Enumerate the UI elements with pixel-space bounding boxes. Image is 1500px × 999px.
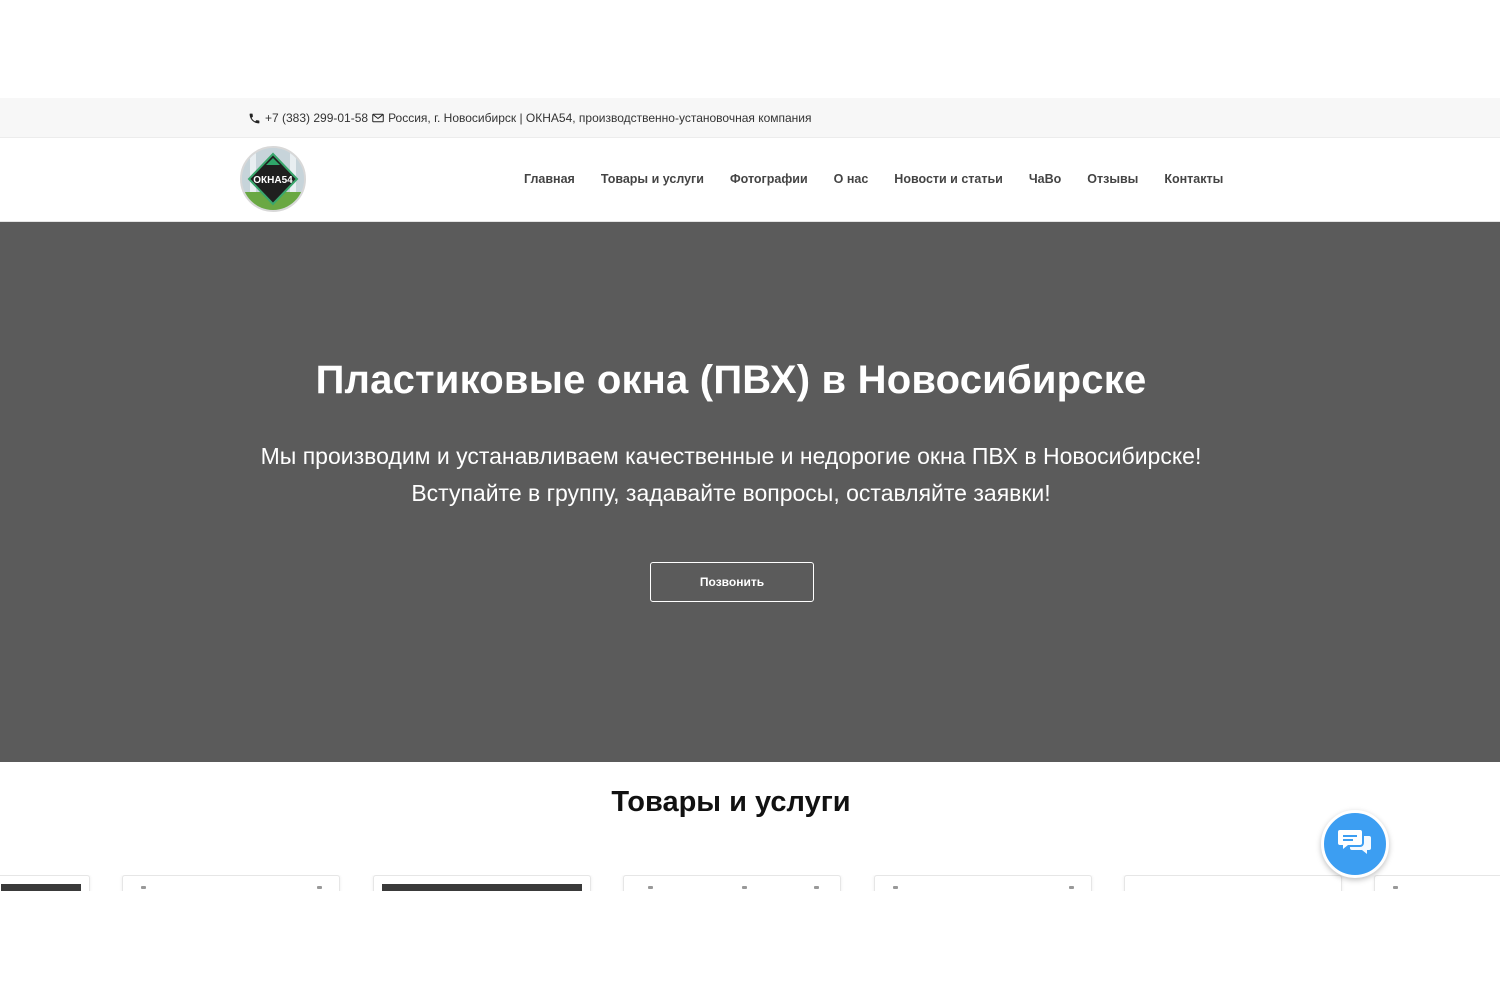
product-card-text (1069, 886, 1074, 889)
call-button[interactable]: Позвонить (650, 562, 814, 602)
nav-item-reviews[interactable]: Отзывы (1087, 172, 1138, 186)
company-logo[interactable]: ОКНА54 (240, 146, 306, 212)
product-card-image (1, 884, 81, 891)
product-card[interactable] (122, 875, 340, 891)
product-card-text (141, 886, 146, 889)
product-card[interactable] (623, 875, 841, 891)
product-card[interactable] (1124, 875, 1342, 891)
nav-item-products[interactable]: Товары и услуги (601, 172, 704, 186)
product-card[interactable] (874, 875, 1092, 891)
mail-icon (372, 113, 384, 123)
product-card-text (893, 886, 898, 889)
product-card-image (382, 884, 582, 891)
chat-button[interactable] (1321, 810, 1389, 878)
product-card[interactable] (373, 875, 591, 891)
chat-icon (1337, 827, 1373, 862)
product-card-text (317, 886, 322, 889)
hero-subtitle-line-1: Мы производим и устанавливаем качественн… (260, 443, 1202, 469)
hero-subtitle-line-2: Вступайте в группу, задавайте вопросы, о… (411, 480, 1051, 506)
product-card-text (742, 886, 747, 889)
phone-icon (248, 112, 261, 125)
site-header: ОКНА54 Главная Товары и услуги Фотографи… (0, 138, 1500, 222)
product-card-text (814, 886, 819, 889)
hero-section: Пластиковые окна (ПВХ) в Новосибирске Мы… (0, 222, 1500, 762)
hero-subtitle: Мы производим и устанавливаем качественн… (0, 438, 1462, 512)
top-info-content: +7 (383) 299-01-58 Россия, г. Новосибирс… (248, 98, 812, 138)
nav-item-photos[interactable]: Фотографии (730, 172, 808, 186)
logo-text: ОКНА54 (253, 175, 293, 186)
nav-item-faq[interactable]: ЧаВо (1029, 172, 1061, 186)
nav-item-contacts[interactable]: Контакты (1164, 172, 1223, 186)
main-nav: Главная Товары и услуги Фотографии О нас… (524, 138, 1249, 220)
page-bottom-area (0, 891, 1500, 999)
product-card[interactable] (0, 875, 90, 891)
product-card[interactable] (1374, 875, 1500, 891)
topbar-info-text: Россия, г. Новосибирск | ОКНА54, произво… (388, 111, 812, 125)
topbar-phone[interactable]: +7 (383) 299-01-58 (265, 111, 368, 125)
hero-title: Пластиковые окна (ПВХ) в Новосибирске (315, 358, 1147, 402)
nav-item-home[interactable]: Главная (524, 172, 575, 186)
products-section-title: Товары и услуги (611, 786, 851, 818)
top-info-bar: +7 (383) 299-01-58 Россия, г. Новосибирс… (0, 98, 1500, 138)
nav-item-about[interactable]: О нас (834, 172, 869, 186)
product-card-text (1393, 886, 1398, 889)
product-card-text (648, 886, 653, 889)
nav-item-news[interactable]: Новости и статьи (894, 172, 1003, 186)
products-carousel (0, 875, 1500, 891)
